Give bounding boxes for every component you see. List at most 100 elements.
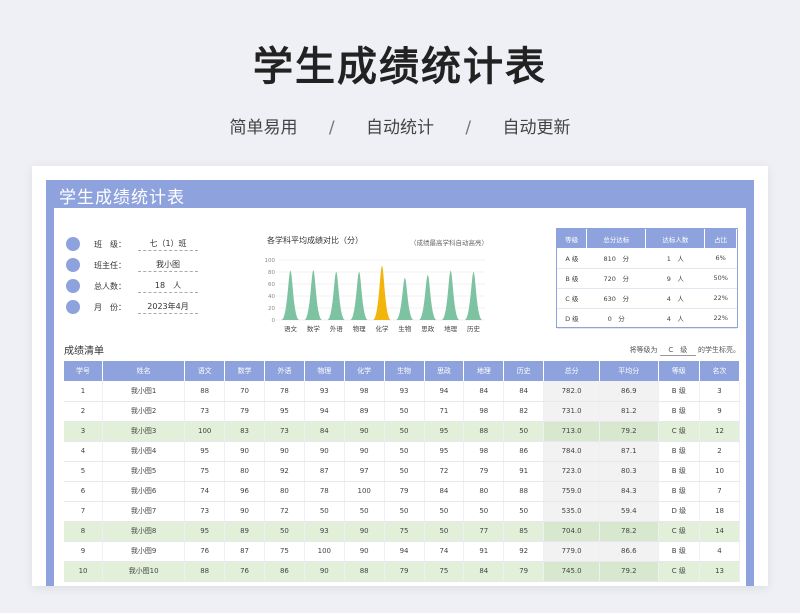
table-cell[interactable]: 731.0 bbox=[543, 401, 601, 422]
table-cell[interactable]: 84 bbox=[463, 381, 505, 402]
table-cell[interactable]: 7 bbox=[699, 481, 740, 502]
table-cell[interactable]: 88 bbox=[463, 421, 505, 442]
table-cell[interactable]: 81.2 bbox=[599, 401, 659, 422]
table-cell[interactable]: 79.2 bbox=[599, 561, 659, 582]
table-cell[interactable]: 我小图3 bbox=[102, 421, 186, 442]
table-cell[interactable]: 6 bbox=[64, 481, 104, 502]
table-cell[interactable]: 89 bbox=[224, 521, 265, 542]
table-cell[interactable]: 94 bbox=[304, 401, 345, 422]
table-cell[interactable]: 98 bbox=[463, 401, 505, 422]
column-header[interactable]: 生物 bbox=[384, 361, 425, 381]
table-cell[interactable]: 88 bbox=[184, 561, 226, 582]
table-cell[interactable]: 93 bbox=[384, 381, 425, 402]
column-header[interactable]: 名次 bbox=[699, 361, 740, 381]
table-cell[interactable]: 79.2 bbox=[599, 421, 659, 442]
table-cell[interactable]: 86.9 bbox=[599, 381, 659, 402]
table-cell[interactable]: 50 bbox=[503, 501, 545, 522]
table-cell[interactable]: 97 bbox=[344, 461, 385, 482]
column-header[interactable]: 学号 bbox=[64, 361, 104, 381]
table-cell[interactable]: 779.0 bbox=[543, 541, 601, 562]
column-header[interactable]: 思政 bbox=[424, 361, 465, 381]
table-cell[interactable]: 89 bbox=[344, 401, 385, 422]
table-cell[interactable]: 90 bbox=[224, 441, 265, 462]
table-cell[interactable]: 100 bbox=[184, 421, 226, 442]
table-cell[interactable]: 87.1 bbox=[599, 441, 659, 462]
table-row[interactable]: 5 我小图5 75 80 92 87 97 50 72 79 91 723.0 80.3 B 级 10 bbox=[64, 461, 740, 482]
table-cell[interactable]: 86 bbox=[264, 561, 305, 582]
column-header[interactable]: 等级 bbox=[658, 361, 701, 381]
table-cell[interactable]: 10 bbox=[699, 461, 740, 482]
table-cell[interactable]: 我小图7 bbox=[102, 501, 186, 522]
table-cell[interactable]: 100 bbox=[304, 541, 345, 562]
table-cell[interactable]: 78 bbox=[304, 481, 345, 502]
table-cell[interactable]: D 级 bbox=[658, 501, 701, 522]
table-cell[interactable]: 90 bbox=[344, 541, 385, 562]
table-cell[interactable]: 80 bbox=[224, 461, 265, 482]
table-cell[interactable]: 95 bbox=[184, 521, 226, 542]
table-cell[interactable]: 76 bbox=[224, 561, 265, 582]
table-cell[interactable]: 50 bbox=[463, 501, 505, 522]
table-cell[interactable]: 3 bbox=[64, 421, 104, 442]
table-cell[interactable]: 88 bbox=[184, 381, 226, 402]
table-cell[interactable]: 4 bbox=[64, 441, 104, 462]
table-cell[interactable]: 7 bbox=[64, 501, 104, 522]
table-cell[interactable]: 93 bbox=[304, 381, 345, 402]
table-cell[interactable]: 13 bbox=[699, 561, 740, 582]
table-cell[interactable]: 我小图1 bbox=[102, 381, 186, 402]
table-cell[interactable]: 50 bbox=[384, 421, 425, 442]
table-cell[interactable]: 50 bbox=[384, 401, 425, 422]
table-cell[interactable]: 8 bbox=[64, 521, 104, 542]
table-cell[interactable]: 79 bbox=[463, 461, 505, 482]
table-cell[interactable]: 10 bbox=[64, 561, 104, 582]
table-cell[interactable]: 74 bbox=[424, 541, 465, 562]
table-cell[interactable]: 50 bbox=[424, 501, 465, 522]
table-cell[interactable]: 50 bbox=[304, 501, 345, 522]
table-cell[interactable]: 75 bbox=[384, 521, 425, 542]
table-cell[interactable]: 90 bbox=[344, 521, 385, 542]
table-cell[interactable]: 12 bbox=[699, 421, 740, 442]
table-cell[interactable]: 2 bbox=[64, 401, 104, 422]
table-cell[interactable]: 93 bbox=[304, 521, 345, 542]
table-cell[interactable]: 79 bbox=[224, 401, 265, 422]
table-cell[interactable]: 1 bbox=[64, 381, 104, 402]
table-cell[interactable]: 784.0 bbox=[543, 441, 601, 462]
table-cell[interactable]: 713.0 bbox=[543, 421, 601, 442]
table-row[interactable]: 3 我小图3 100 83 73 84 90 50 95 88 50 713.0 79.2 C 级 12 bbox=[64, 421, 740, 442]
column-header[interactable]: 姓名 bbox=[102, 361, 186, 381]
table-cell[interactable]: 3 bbox=[699, 381, 740, 402]
table-cell[interactable]: 75 bbox=[424, 561, 465, 582]
table-cell[interactable]: 4 bbox=[699, 541, 740, 562]
table-cell[interactable]: B 级 bbox=[658, 401, 701, 422]
table-cell[interactable]: 86 bbox=[503, 441, 545, 462]
table-cell[interactable]: 50 bbox=[424, 521, 465, 542]
table-cell[interactable]: 我小图4 bbox=[102, 441, 186, 462]
table-cell[interactable]: 我小图6 bbox=[102, 481, 186, 502]
table-row[interactable]: 4 我小图4 95 90 90 90 90 50 95 98 86 784.0 87.1 B 级2 bbox=[64, 441, 740, 462]
table-cell[interactable]: 704.0 bbox=[543, 521, 601, 542]
column-header[interactable]: 数学 bbox=[224, 361, 265, 381]
table-cell[interactable]: 78 bbox=[264, 381, 305, 402]
column-header[interactable]: 物理 bbox=[304, 361, 345, 381]
info-value[interactable]: 2023年4月 bbox=[138, 301, 198, 314]
table-cell[interactable]: 50 bbox=[344, 501, 385, 522]
table-cell[interactable]: 87 bbox=[304, 461, 345, 482]
table-cell[interactable]: 80 bbox=[264, 481, 305, 502]
table-cell[interactable]: 98 bbox=[344, 381, 385, 402]
table-cell[interactable]: 2 bbox=[699, 441, 740, 462]
table-cell[interactable]: 84 bbox=[503, 381, 545, 402]
table-row[interactable]: 9 我小图9 76 87 75 100 90 94 74 91 92 779.0 86.6 B 级4 bbox=[64, 541, 740, 562]
info-value[interactable]: 七（1）班 bbox=[138, 238, 198, 251]
table-cell[interactable]: 92 bbox=[264, 461, 305, 482]
table-cell[interactable]: 78.2 bbox=[599, 521, 659, 542]
table-cell[interactable]: 我小图9 bbox=[102, 541, 186, 562]
table-cell[interactable]: 59.4 bbox=[599, 501, 659, 522]
table-cell[interactable]: 84 bbox=[463, 561, 505, 582]
table-cell[interactable]: 782.0 bbox=[543, 381, 601, 402]
table-cell[interactable]: 50 bbox=[503, 421, 545, 442]
table-cell[interactable]: 50 bbox=[264, 521, 305, 542]
table-cell[interactable]: 535.0 bbox=[543, 501, 601, 522]
table-cell[interactable]: B 级 bbox=[658, 441, 701, 462]
table-cell[interactable]: 50 bbox=[384, 461, 425, 482]
table-cell[interactable]: 79 bbox=[384, 561, 425, 582]
table-cell[interactable]: 77 bbox=[463, 521, 505, 542]
